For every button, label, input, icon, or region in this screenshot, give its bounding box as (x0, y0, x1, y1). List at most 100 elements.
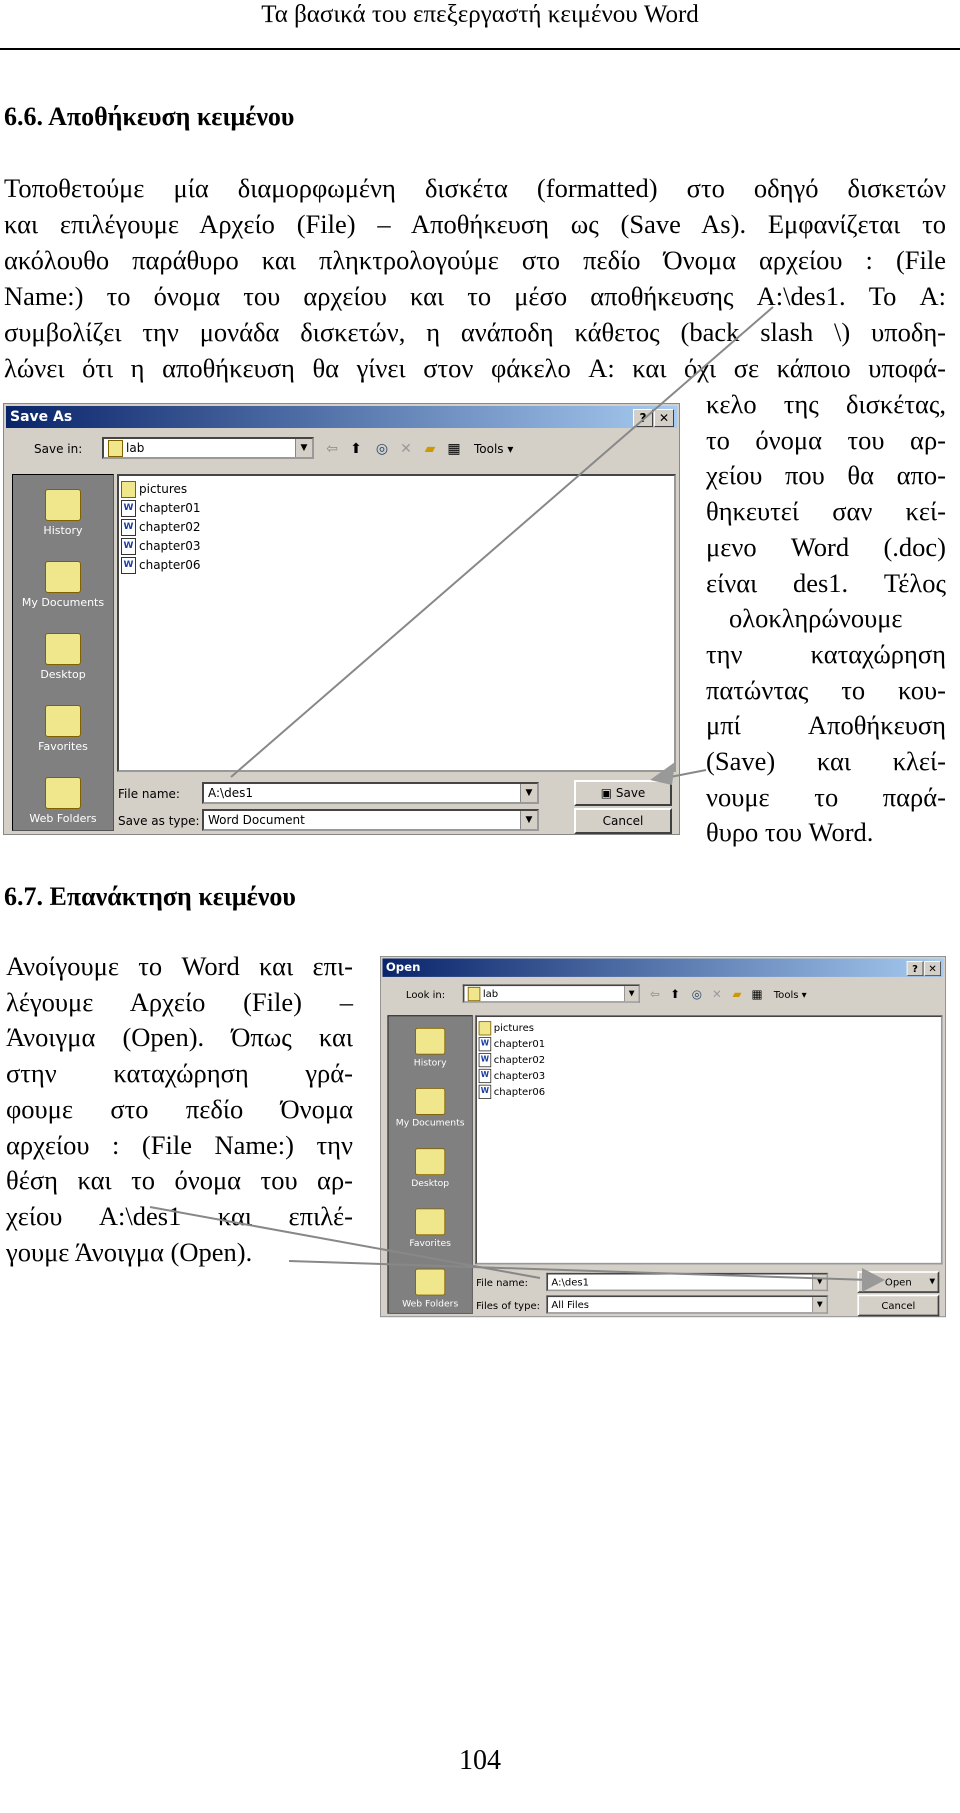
file-item[interactable]: Wchapter02 (121, 518, 200, 536)
file-name: chapter01 (139, 501, 201, 515)
file-type-select[interactable]: All Files ▼ (546, 1295, 829, 1314)
search-web-icon[interactable]: ◎ (372, 439, 392, 459)
file-item[interactable]: pictures (478, 1020, 534, 1036)
new-folder-icon[interactable]: ▰ (729, 986, 746, 1003)
dropdown-arrow-icon[interactable]: ▼ (812, 1297, 827, 1313)
filename-value: A:\des1 (208, 786, 253, 800)
file-item[interactable]: pictures (121, 480, 187, 498)
filename-input[interactable]: A:\des1 ▼ (546, 1272, 829, 1292)
place-label: Web Folders (402, 1297, 459, 1309)
save-button[interactable]: ▣ Save (574, 780, 672, 806)
paragraph-line: θυρο του Word. (706, 817, 874, 848)
file-item[interactable]: Wchapter06 (478, 1084, 546, 1099)
place-item[interactable]: History (13, 489, 113, 537)
paragraph-line: φουμε στο πεδίο Όνομα (6, 1093, 353, 1124)
place-label: Desktop (40, 668, 86, 681)
paragraph-line: την καταχώρηση (706, 638, 946, 669)
folder-icon (108, 440, 123, 457)
file-item[interactable]: Wchapter01 (121, 499, 200, 517)
delete-icon[interactable]: ✕ (396, 439, 416, 459)
location-combo[interactable]: lab ▼ (462, 984, 640, 1003)
filename-label: File name: (118, 787, 180, 801)
filename-label: File name: (476, 1277, 528, 1289)
paragraph-line: (Save) και κλεί- (706, 746, 946, 776)
paragraph-line: μενο Word (.doc) (706, 531, 946, 562)
views-icon[interactable]: ▦ (749, 986, 766, 1003)
location-label: Look in: (405, 988, 446, 1001)
close-button[interactable]: ✕ (924, 961, 941, 977)
new-folder-icon[interactable]: ▰ (420, 439, 440, 459)
document-page: Τα βασικά του επεξεργαστή κειμένου Word … (0, 0, 960, 1813)
place-item[interactable]: My Documents (388, 1088, 472, 1128)
back-icon[interactable]: ⇦ (647, 986, 664, 1003)
cancel-button[interactable]: Cancel (857, 1294, 940, 1317)
paragraph-line: νουμε το παρά- (706, 781, 946, 812)
place-item[interactable]: My Documents (13, 561, 113, 609)
paragraph-line: πατώντας το κου- (706, 674, 946, 705)
help-button[interactable]: ? (906, 961, 924, 977)
file-item[interactable]: Wchapter02 (478, 1052, 545, 1068)
paragraph-line: χείου που θα απο- (706, 460, 946, 491)
place-label: My Documents (21, 596, 105, 609)
dropdown-arrow-icon[interactable]: ▼ (295, 439, 312, 457)
open-dialog: Open ? ✕ Look in: lab ▼ ⇦ ⬆ ◎ ✕ ▰ ▦ Tools … (380, 956, 946, 1318)
file-name: chapter06 (493, 1085, 546, 1098)
dropdown-arrow-icon[interactable]: ▼ (929, 1273, 935, 1291)
delete-icon[interactable]: ✕ (709, 986, 726, 1003)
tools-menu[interactable]: Tools ▾ (474, 442, 513, 456)
file-name: chapter03 (493, 1069, 546, 1082)
file-item[interactable]: Wchapter03 (121, 537, 200, 555)
file-name: chapter03 (139, 539, 201, 553)
paragraph-line: συμβολίζει την μονάδα δισκετών, η ανάποδ… (4, 317, 946, 347)
file-name: chapter02 (139, 520, 201, 534)
file-type-label: Files of type: (476, 1299, 541, 1312)
search-web-icon[interactable]: ◎ (688, 986, 705, 1003)
file-item[interactable]: Wchapter06 (121, 556, 200, 574)
place-item[interactable]: Web Folders (388, 1268, 472, 1309)
page-number: 104 (459, 1745, 501, 1776)
section-heading-open: 6.7. Επανάκτηση κειμένου (4, 882, 296, 911)
place-label: History (413, 1057, 447, 1069)
file-type-value: Word Document (208, 813, 305, 827)
up-folder-icon[interactable]: ⬆ (346, 439, 366, 459)
place-item[interactable]: Favorites (13, 705, 113, 753)
place-icon (45, 489, 81, 521)
location-combo[interactable]: lab ▼ (102, 437, 314, 459)
place-item[interactable]: Web Folders (13, 777, 113, 825)
dropdown-arrow-icon[interactable]: ▼ (812, 1274, 827, 1290)
place-item[interactable]: Favorites (388, 1208, 472, 1249)
filename-input[interactable]: A:\des1 ▼ (202, 782, 539, 804)
primary-label: Open (884, 1276, 912, 1288)
place-item[interactable]: Desktop (13, 633, 113, 681)
section-heading-save: 6.6. Αποθήκευση κειμένου (4, 102, 295, 131)
help-button[interactable]: ? (633, 409, 653, 427)
up-folder-icon[interactable]: ⬆ (667, 986, 684, 1003)
file-item[interactable]: Wchapter03 (478, 1068, 546, 1084)
file-type-label: Save as type: (118, 814, 200, 828)
file-item[interactable]: Wchapter01 (478, 1036, 545, 1052)
paragraph-line: ολοκληρώνουμε (729, 603, 903, 634)
word-document-icon: W (478, 1084, 492, 1099)
place-item[interactable]: Desktop (388, 1148, 472, 1188)
file-type-select[interactable]: Word Document ▼ (202, 809, 539, 831)
back-icon[interactable]: ⇦ (322, 439, 342, 459)
paragraph-line: είναι des1. Τέλος (706, 567, 946, 598)
place-label: History (43, 524, 83, 537)
word-document-icon: W (121, 538, 136, 555)
location-value: lab (482, 987, 499, 1000)
dropdown-arrow-icon[interactable]: ▼ (624, 986, 639, 1002)
cancel-button[interactable]: Cancel (574, 808, 672, 834)
file-name: pictures (139, 482, 188, 496)
place-item[interactable]: History (388, 1027, 472, 1069)
cancel-label: Cancel (881, 1299, 916, 1312)
place-icon (415, 1268, 446, 1296)
dropdown-arrow-icon[interactable]: ▼ (520, 811, 537, 829)
tools-label: Tools (773, 988, 799, 1001)
tools-menu[interactable]: Tools ▾ (774, 989, 807, 1001)
views-icon[interactable]: ▦ (444, 439, 464, 459)
close-button[interactable]: ✕ (654, 409, 674, 427)
place-label: Favorites (38, 740, 88, 753)
place-icon (45, 705, 81, 737)
open-button[interactable]: Open ▼ (857, 1271, 940, 1293)
dropdown-arrow-icon[interactable]: ▼ (520, 784, 537, 802)
